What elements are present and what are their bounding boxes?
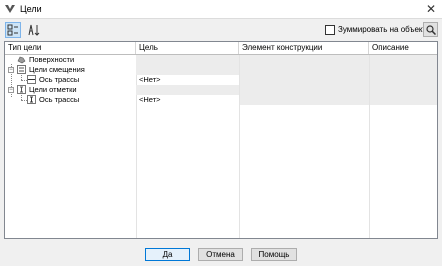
- categorized-sort-button[interactable]: [5, 22, 21, 38]
- column-header-description[interactable]: Описание: [369, 42, 437, 54]
- pick-from-drawing-button[interactable]: [423, 22, 438, 37]
- targets-grid: Тип цели Цель Элемент конструкции Описан…: [4, 41, 438, 239]
- close-icon[interactable]: ✕: [424, 2, 438, 16]
- column-header-target-type[interactable]: Тип цели: [5, 42, 136, 54]
- window-title: Цели: [20, 4, 42, 14]
- alignment-icon: [27, 95, 36, 104]
- toolbar: Зуммировать на объекте: [0, 19, 442, 41]
- grid-row[interactable]: Поверхности: [5, 55, 437, 65]
- row-target-type: Цели отметки: [29, 85, 77, 94]
- targets-dialog: Цели ✕ Зуммировать на объекте Тип цели Ц…: [0, 0, 442, 266]
- surfaces-icon: [17, 56, 26, 64]
- app-logo-icon: [5, 5, 15, 13]
- collapse-icon[interactable]: −: [8, 87, 14, 93]
- zoom-to-object-checkbox[interactable]: [325, 25, 335, 35]
- help-button[interactable]: Помощь: [251, 248, 297, 261]
- row-target-value[interactable]: <Нет>: [139, 75, 161, 85]
- alphabetical-sort-icon: [28, 24, 40, 36]
- cancel-button[interactable]: Отмена: [198, 248, 243, 261]
- grid-header: Тип цели Цель Элемент конструкции Описан…: [5, 42, 437, 55]
- collapse-icon[interactable]: −: [8, 67, 14, 73]
- offset-targets-icon: [17, 65, 26, 74]
- grid-row[interactable]: Ось трассы <Нет>: [5, 75, 437, 85]
- title-bar: Цели ✕: [0, 0, 442, 19]
- row-target-type: Ось трассы: [39, 95, 80, 104]
- ok-button[interactable]: Да: [145, 248, 190, 261]
- alphabetical-sort-button[interactable]: [26, 22, 42, 38]
- zoom-to-object-label: Зуммировать на объекте: [338, 25, 431, 34]
- row-target-value[interactable]: <Нет>: [139, 95, 161, 105]
- grid-row[interactable]: − Цели отметки: [5, 85, 437, 95]
- grid-row[interactable]: Ось трассы <Нет>: [5, 95, 437, 105]
- row-target-type: Ось трассы: [39, 75, 80, 84]
- elevation-targets-icon: [17, 85, 26, 94]
- categorized-sort-icon: [7, 24, 18, 36]
- column-header-construction-element[interactable]: Элемент конструкции: [239, 42, 369, 54]
- alignment-icon: [27, 75, 36, 84]
- magnifier-icon: [426, 25, 436, 35]
- row-target-type: Цели смещения: [29, 65, 85, 74]
- row-target-type: Поверхности: [29, 55, 75, 64]
- grid-row[interactable]: − Цели смещения: [5, 65, 437, 75]
- column-header-target[interactable]: Цель: [136, 42, 239, 54]
